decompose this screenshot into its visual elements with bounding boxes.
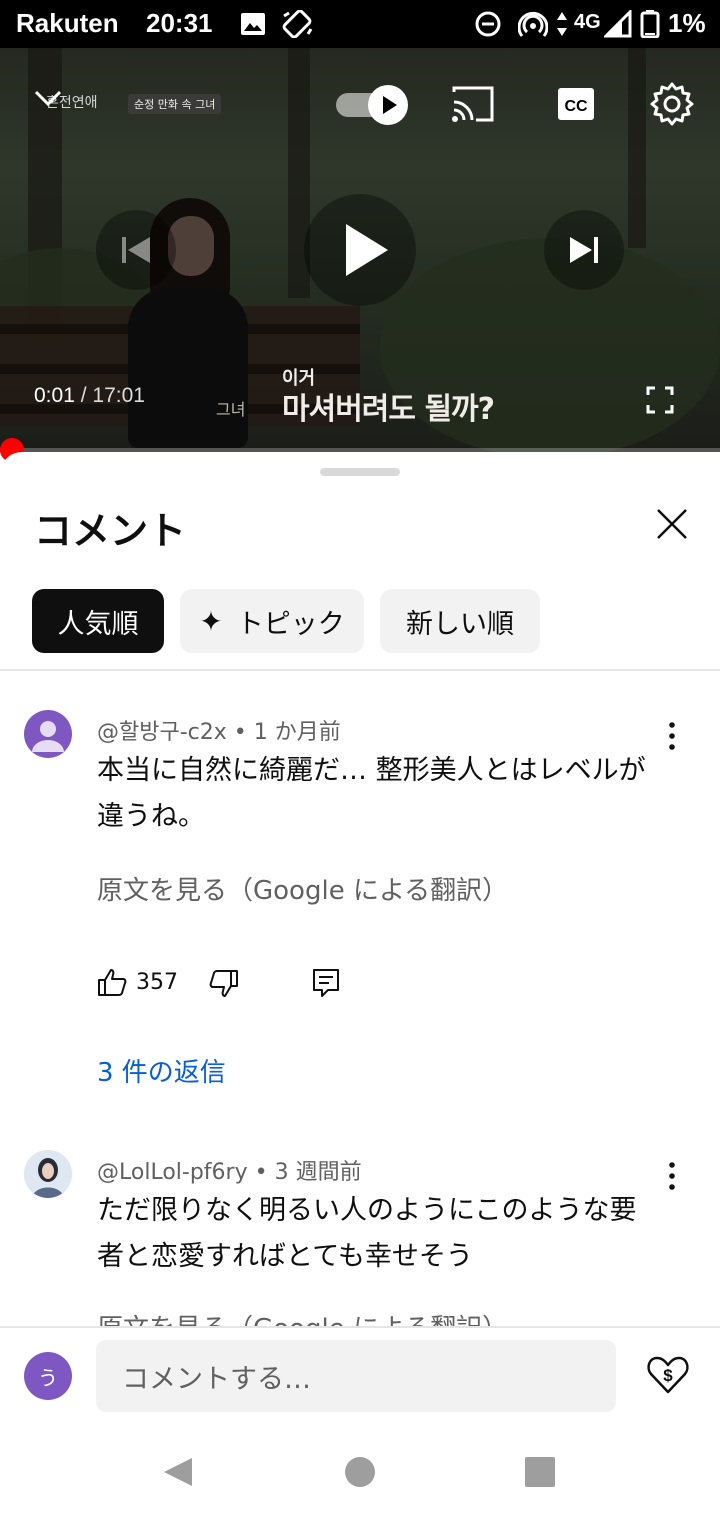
burned-subtitle-main: 마셔버려도 될까? xyxy=(282,392,495,427)
super-thanks-icon[interactable]: $ xyxy=(646,1352,690,1396)
avatar[interactable] xyxy=(24,710,72,758)
avatar[interactable] xyxy=(24,1150,72,1198)
burned-subtitle-tag: 그녀 xyxy=(216,400,246,419)
svg-text:CC: CC xyxy=(564,98,588,115)
elapsed-time: 0:01 xyxy=(34,384,75,407)
signal-icon xyxy=(604,10,632,38)
autoplay-knob xyxy=(368,85,408,125)
comment-text-line: ただ限りなく明るい人のようにこのような要 xyxy=(97,1195,637,1226)
fullscreen-icon[interactable] xyxy=(646,386,674,414)
comment-text-line: 本当に自然に綺麗だ… 整形美人とはレベルが xyxy=(97,755,646,786)
user-photo-avatar-icon xyxy=(24,1150,72,1198)
comments-title: コメント xyxy=(34,509,187,553)
comment-text: 本当に自然に綺麗だ… 整形美人とはレベルが 違うね。 xyxy=(97,748,677,840)
previous-video-button[interactable] xyxy=(96,210,176,290)
image-notification-icon xyxy=(241,13,265,35)
chip-label: 新しい順 xyxy=(406,608,514,640)
play-icon xyxy=(346,224,388,276)
carrier-name: Rakuten xyxy=(16,8,119,38)
hotspot-icon xyxy=(518,11,548,37)
skip-next-icon xyxy=(570,237,598,263)
data-arrows-icon xyxy=(557,12,567,36)
comment-age: 3 週間前 xyxy=(274,1160,362,1185)
cast-icon[interactable] xyxy=(448,80,496,128)
sparkle-icon: ✦ xyxy=(199,604,223,638)
network-type: 4G xyxy=(574,11,601,33)
settings-gear-icon[interactable] xyxy=(648,80,696,128)
time-separator: / xyxy=(80,384,87,407)
meta-separator: • xyxy=(254,1160,268,1185)
my-avatar: う xyxy=(24,1352,72,1400)
comment-meta: @할방구-c2x • 1 か月前 xyxy=(97,714,341,746)
chip-sort-newest[interactable]: 新しい順 xyxy=(380,589,540,653)
comment-input[interactable]: コメントする… xyxy=(96,1340,616,1412)
nav-back-icon[interactable] xyxy=(160,1454,196,1490)
comment-text-line: 者と恋愛すればとても幸せそう xyxy=(97,1241,473,1272)
comments-sheet: コメント 人気順 ✦ トピック 新しい順 @할방구-c2x • 1 か月前 本当… xyxy=(0,452,720,1520)
chips-divider xyxy=(0,669,720,671)
meta-separator: • xyxy=(233,720,247,745)
comment-age: 1 か月前 xyxy=(253,720,341,745)
closed-captions-icon[interactable]: CC xyxy=(552,80,600,128)
video-player[interactable]: 혼전연애 순정 만화 속 그녀 CC 0:01 / 17:01 이거 그녀 마셔… xyxy=(0,48,720,452)
comment-composer: う コメントする… $ xyxy=(0,1326,720,1520)
chip-label: 人気順 xyxy=(57,608,139,640)
next-video-button[interactable] xyxy=(544,210,624,290)
skip-previous-icon xyxy=(122,237,150,263)
composer-divider xyxy=(0,1326,720,1328)
status-bar: Rakuten 20:31 4G 1% xyxy=(0,0,720,48)
nav-recents-icon[interactable] xyxy=(522,1454,558,1490)
comment-meta: @LolLol-pf6ry • 3 週間前 xyxy=(97,1154,362,1186)
autoplay-toggle[interactable] xyxy=(336,85,408,125)
battery-icon xyxy=(640,10,660,38)
video-badge: 순정 만화 속 그녀 xyxy=(128,94,222,114)
comment-text-line: 違うね。 xyxy=(97,801,205,832)
like-icon[interactable] xyxy=(96,966,128,998)
like-count: 357 xyxy=(136,970,178,995)
view-replies-link[interactable]: 3 件の返信 xyxy=(97,1052,226,1089)
comment-author[interactable]: @할방구-c2x xyxy=(97,720,227,745)
comment-author[interactable]: @LolLol-pf6ry xyxy=(97,1160,248,1185)
play-button[interactable] xyxy=(304,194,416,306)
chip-label: トピック xyxy=(236,608,345,640)
see-original-link[interactable]: 原文を見る（Google による翻訳） xyxy=(97,870,508,907)
autoplay-play-icon xyxy=(383,96,397,114)
playback-time: 0:01 / 17:01 xyxy=(34,384,145,408)
dislike-icon[interactable] xyxy=(208,968,240,1000)
chip-sort-top[interactable]: 人気順 xyxy=(32,589,164,653)
sheet-drag-handle[interactable] xyxy=(320,468,400,476)
battery-percent: 1% xyxy=(668,8,706,38)
screen-rotate-icon xyxy=(282,10,313,38)
svg-text:$: $ xyxy=(663,1366,673,1385)
total-duration: 17:01 xyxy=(92,384,145,407)
status-time: 20:31 xyxy=(146,8,213,38)
reply-icon[interactable] xyxy=(310,966,342,998)
nav-home-icon[interactable] xyxy=(342,1454,378,1490)
close-icon[interactable] xyxy=(654,506,690,542)
chip-topics[interactable]: ✦ トピック xyxy=(180,589,364,653)
comment-text: ただ限りなく明るい人のようにこのような要 者と恋愛すればとても幸せそう xyxy=(97,1188,677,1280)
collapse-player-button[interactable] xyxy=(30,84,66,112)
default-avatar-icon xyxy=(32,721,64,752)
do-not-disturb-icon xyxy=(475,11,501,37)
